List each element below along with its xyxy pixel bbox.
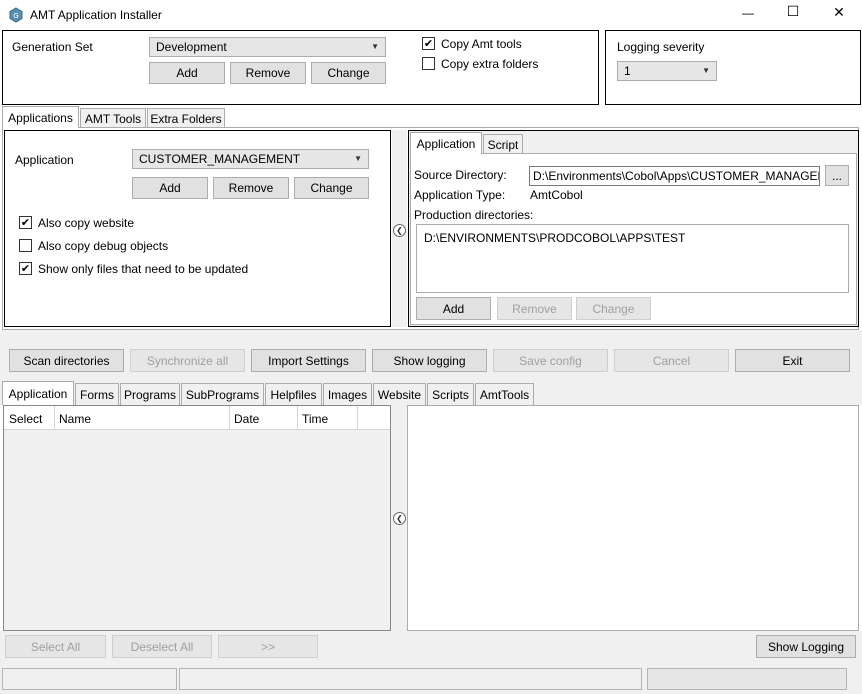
maximize-button[interactable]: ☐	[786, 4, 800, 20]
copy-extra-folders-checkbox[interactable]	[422, 57, 435, 70]
column-divider	[357, 406, 358, 430]
production-add-button[interactable]: Add	[416, 297, 491, 320]
status-panel-right	[647, 668, 847, 690]
close-button[interactable]: ✕	[832, 5, 846, 21]
check-icon: ✔	[20, 216, 31, 229]
also-copy-website-label[interactable]: Also copy website	[38, 216, 134, 230]
synchronize-all-button[interactable]: Synchronize all	[130, 349, 245, 372]
cancel-button[interactable]: Cancel	[614, 349, 729, 372]
show-logging-button[interactable]: Show logging	[372, 349, 487, 372]
source-directory-input[interactable]: D:\Environments\Cobol\Apps\CUSTOMER_MANA…	[529, 166, 820, 186]
browse-button[interactable]: ...	[825, 165, 849, 186]
exit-button[interactable]: Exit	[735, 349, 850, 372]
column-divider	[229, 406, 230, 430]
grid-header: Select Name Date Time	[4, 406, 390, 430]
application-type-label: Application Type:	[414, 188, 506, 202]
file-preview-panel[interactable]	[407, 405, 859, 631]
also-copy-debug-objects-checkbox[interactable]	[19, 239, 32, 252]
app-icon: G	[8, 7, 24, 23]
collapse-left-icon[interactable]: ❮	[393, 224, 406, 237]
tab-scripts[interactable]: Scripts	[427, 383, 474, 405]
deselect-all-button[interactable]: Deselect All	[112, 635, 212, 658]
application-value: CUSTOMER_MANAGEMENT	[139, 152, 301, 166]
scan-directories-button[interactable]: Scan directories	[9, 349, 124, 372]
application-label: Application	[15, 153, 74, 167]
column-header-time[interactable]: Time	[302, 412, 328, 426]
show-only-updated-files-label[interactable]: Show only files that need to be updated	[38, 262, 248, 276]
application-select[interactable]: CUSTOMER_MANAGEMENT ▼	[132, 149, 369, 169]
also-copy-debug-objects-label[interactable]: Also copy debug objects	[38, 239, 168, 253]
application-type-value: AmtCobol	[530, 188, 583, 202]
tab-amt-tools[interactable]: AMT Tools	[80, 108, 146, 128]
tab-extra-folders[interactable]: Extra Folders	[147, 108, 225, 128]
copy-amt-tools-checkbox[interactable]: ✔	[422, 37, 435, 50]
generation-set-change-button[interactable]: Change	[311, 62, 386, 84]
forward-button[interactable]: >>	[218, 635, 318, 658]
tab-applications[interactable]: Applications	[2, 106, 79, 128]
production-directories-label: Production directories:	[414, 208, 534, 222]
logging-severity-label: Logging severity	[617, 40, 705, 54]
column-header-name[interactable]: Name	[59, 412, 91, 426]
generation-set-select[interactable]: Development ▼	[149, 37, 386, 57]
generation-set-value: Development	[156, 40, 227, 54]
status-panel-middle	[179, 668, 642, 690]
chevron-down-icon: ▼	[702, 66, 710, 75]
generation-set-remove-button[interactable]: Remove	[230, 62, 306, 84]
tab-detail-application[interactable]: Application	[410, 132, 482, 154]
application-change-button[interactable]: Change	[294, 177, 369, 199]
application-add-button[interactable]: Add	[132, 177, 208, 199]
column-header-select[interactable]: Select	[9, 412, 42, 426]
minimize-button[interactable]: —	[741, 6, 755, 20]
source-directory-label: Source Directory:	[414, 168, 507, 182]
tab-programs[interactable]: Programs	[120, 383, 180, 405]
tab-forms[interactable]: Forms	[75, 383, 119, 405]
tab-amttools[interactable]: AmtTools	[475, 383, 534, 405]
chevron-down-icon: ▼	[371, 42, 379, 51]
logging-severity-select[interactable]: 1 ▼	[617, 61, 717, 81]
copy-extra-folders-label[interactable]: Copy extra folders	[441, 57, 538, 71]
status-panel-left	[2, 668, 177, 690]
column-header-date[interactable]: Date	[234, 412, 259, 426]
column-divider	[297, 406, 298, 430]
check-icon: ✔	[20, 262, 31, 275]
save-config-button[interactable]: Save config	[493, 349, 608, 372]
tab-detail-script[interactable]: Script	[483, 134, 523, 154]
window-title: AMT Application Installer	[30, 8, 162, 22]
title-bar: G AMT Application Installer — ☐ ✕	[0, 0, 862, 30]
tab-helpfiles[interactable]: Helpfiles	[265, 383, 322, 405]
generation-set-add-button[interactable]: Add	[149, 62, 225, 84]
file-grid[interactable]	[3, 405, 391, 631]
source-directory-value: D:\Environments\Cobol\Apps\CUSTOMER_MANA…	[533, 169, 820, 183]
production-directories-list[interactable]: D:\ENVIRONMENTS\PRODCOBOL\APPS\TEST	[416, 224, 849, 293]
show-only-updated-files-checkbox[interactable]: ✔	[19, 262, 32, 275]
tab-images[interactable]: Images	[323, 383, 372, 405]
tab-website[interactable]: Website	[373, 383, 426, 405]
also-copy-website-checkbox[interactable]: ✔	[19, 216, 32, 229]
generation-set-label: Generation Set	[12, 40, 93, 54]
production-change-button[interactable]: Change	[576, 297, 651, 320]
svg-text:G: G	[13, 12, 18, 20]
production-remove-button[interactable]: Remove	[497, 297, 572, 320]
application-remove-button[interactable]: Remove	[213, 177, 289, 199]
list-item[interactable]: D:\ENVIRONMENTS\PRODCOBOL\APPS\TEST	[424, 231, 685, 245]
column-divider	[54, 406, 55, 430]
show-logging-bottom-button[interactable]: Show Logging	[756, 635, 856, 658]
select-all-button[interactable]: Select All	[5, 635, 106, 658]
import-settings-button[interactable]: Import Settings	[251, 349, 366, 372]
chevron-down-icon: ▼	[354, 154, 362, 163]
tab-application[interactable]: Application	[2, 381, 74, 405]
copy-amt-tools-label[interactable]: Copy Amt tools	[441, 37, 522, 51]
collapse-left-icon[interactable]: ❮	[393, 512, 406, 525]
tab-subprograms[interactable]: SubPrograms	[181, 383, 264, 405]
check-icon: ✔	[423, 37, 434, 50]
logging-severity-value: 1	[624, 64, 631, 78]
